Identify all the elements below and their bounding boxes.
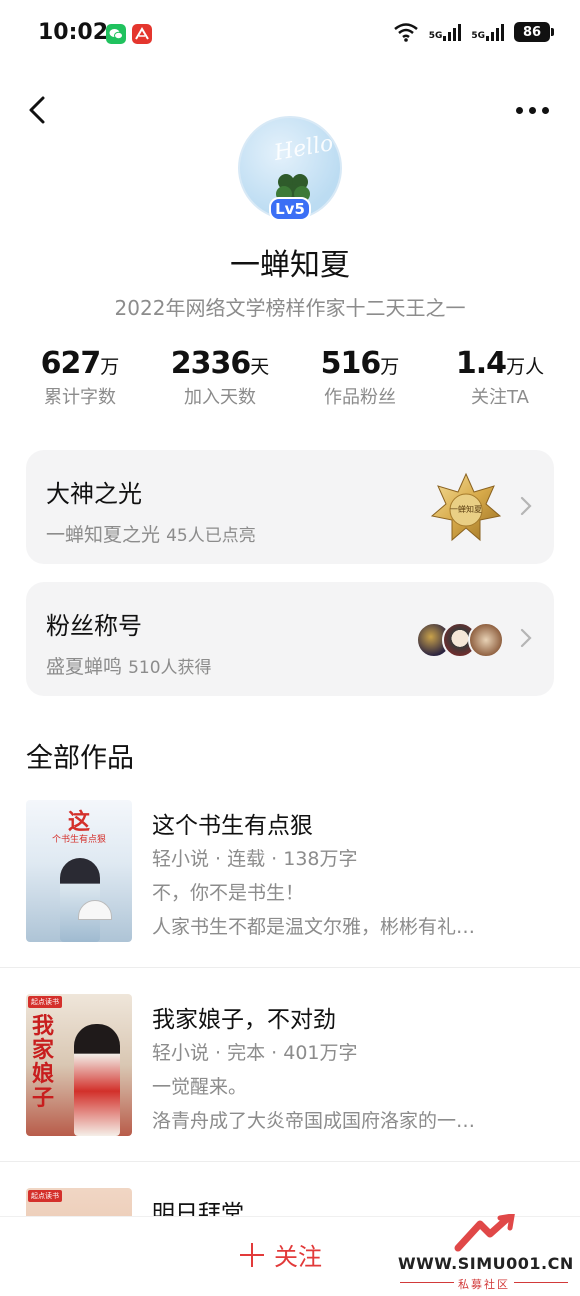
card-subtitle-text: 一蝉知夏之光	[46, 524, 161, 546]
medal-text: 一蝉知夏	[450, 505, 482, 514]
section-title: 全部作品	[26, 743, 134, 774]
reading-app-icon	[132, 24, 152, 44]
cover-title-small: 个书生有点狠	[51, 835, 106, 845]
stat-join-days: 2336天 加入天数	[150, 346, 290, 409]
follow-label: 关注	[274, 1243, 322, 1271]
status-indicators: 5G 5G 86	[393, 22, 554, 42]
light-card[interactable]: 大神之光 一蝉知夏之光 45人已点亮 一蝉知夏	[26, 450, 554, 564]
stat-followers[interactable]: 1.4万人 关注TA	[430, 346, 570, 409]
author-honor: 2022年网络文学榜样作家十二天王之一	[114, 296, 466, 320]
card-count: 45人已点亮	[166, 526, 256, 546]
watermark-logo-icon	[454, 1214, 515, 1252]
stat-value: 1.4	[455, 346, 507, 381]
plus-icon	[240, 1242, 264, 1267]
fan-avatars	[416, 622, 504, 658]
avatar-text: Hello	[272, 131, 336, 166]
book-item[interactable]: 起点读书 我家娘子 我家娘子，不对劲 轻小说 · 完本 · 401万字 一觉醒来…	[0, 994, 580, 1188]
book-cover: 这 个书生有点狠	[26, 800, 132, 942]
card-count: 510人获得	[128, 658, 212, 678]
card-subtitle: 盛夏蝉鸣 510人获得	[46, 652, 212, 679]
book-cover: 起点读书 我家娘子	[26, 994, 132, 1136]
cover-title-big: 我家娘子	[32, 1013, 55, 1111]
status-bar: 10:02 5G 5G 86	[0, 0, 580, 70]
back-icon[interactable]	[26, 94, 50, 126]
stat-unit: 天	[250, 356, 270, 378]
card-title: 粉丝称号	[46, 612, 142, 640]
stat-label: 累计字数	[44, 387, 116, 408]
divider	[514, 1282, 568, 1283]
divider	[0, 967, 580, 968]
book-title: 明日拜堂	[152, 1201, 244, 1216]
stat-unit: 万	[380, 356, 400, 378]
card-subtitle: 一蝉知夏之光 45人已点亮	[46, 520, 256, 547]
book-description: 人家书生不都是温文尔雅，彬彬有礼…	[152, 916, 476, 938]
stat-value: 516	[320, 346, 382, 381]
watermark: WWW.SIMU001.CN 私募社区	[396, 1212, 574, 1294]
book-description: 不，你不是书生！	[152, 882, 305, 904]
book-title: 我家娘子，不对劲	[152, 1007, 336, 1033]
divider	[0, 1161, 580, 1162]
book-meta: 轻小说 · 连载 · 138万字	[152, 848, 358, 870]
fan-avatar	[468, 622, 504, 658]
medal-icon: 一蝉知夏	[430, 472, 502, 544]
more-icon[interactable]	[516, 100, 552, 120]
book-meta: 轻小说 · 完本 · 401万字	[152, 1042, 358, 1064]
battery-indicator: 86	[514, 22, 554, 42]
cover-fan	[78, 900, 112, 920]
level-badge: Lv5	[269, 197, 311, 221]
stat-unit: 万人	[506, 356, 545, 378]
stat-fans: 516万 作品粉丝	[290, 346, 430, 409]
status-time: 10:02	[38, 20, 109, 45]
fan-title-card[interactable]: 粉丝称号 盛夏蝉鸣 510人获得	[26, 582, 554, 696]
follow-button[interactable]: 关注	[240, 1237, 322, 1272]
stat-label: 关注TA	[471, 387, 529, 408]
stat-unit: 万	[100, 356, 120, 378]
stats-row: 627万 累计字数 2336天 加入天数 516万 作品粉丝 1.4万人 关注T…	[0, 346, 580, 416]
network-type-label: 5G	[471, 31, 485, 41]
watermark-subtitle: 私募社区	[458, 1278, 510, 1291]
author-name: 一蝉知夏	[230, 248, 350, 283]
stat-value: 2336	[170, 346, 251, 381]
book-description: 洛青舟成了大炎帝国成国府洛家的一…	[152, 1110, 476, 1132]
stat-value: 627	[40, 346, 102, 381]
stat-label: 加入天数	[184, 387, 256, 408]
book-cover: 起点读书	[26, 1188, 132, 1216]
signal-icon: 5G	[429, 23, 462, 41]
network-type-label: 5G	[428, 31, 443, 41]
cover-figure	[74, 1024, 120, 1136]
cover-badge: 起点读书	[28, 1190, 62, 1202]
watermark-url: WWW.SIMU001.CN	[398, 1254, 574, 1273]
divider	[400, 1282, 454, 1283]
card-subtitle-text: 盛夏蝉鸣	[46, 656, 123, 678]
book-description: 一觉醒来。	[152, 1076, 248, 1098]
book-title: 这个书生有点狠	[152, 813, 313, 839]
signal-icon: 5G	[471, 23, 504, 41]
book-item[interactable]: 这 个书生有点狠 这个书生有点狠 轻小说 · 连载 · 138万字 不，你不是书…	[0, 800, 580, 994]
wechat-icon	[106, 24, 126, 44]
stat-word-count: 627万 累计字数	[10, 346, 150, 409]
stat-label: 作品粉丝	[324, 387, 396, 408]
wifi-icon	[393, 23, 418, 42]
cover-badge: 起点读书	[28, 996, 62, 1008]
chevron-right-icon	[520, 496, 532, 516]
chevron-right-icon	[520, 628, 532, 648]
card-title: 大神之光	[46, 480, 142, 508]
